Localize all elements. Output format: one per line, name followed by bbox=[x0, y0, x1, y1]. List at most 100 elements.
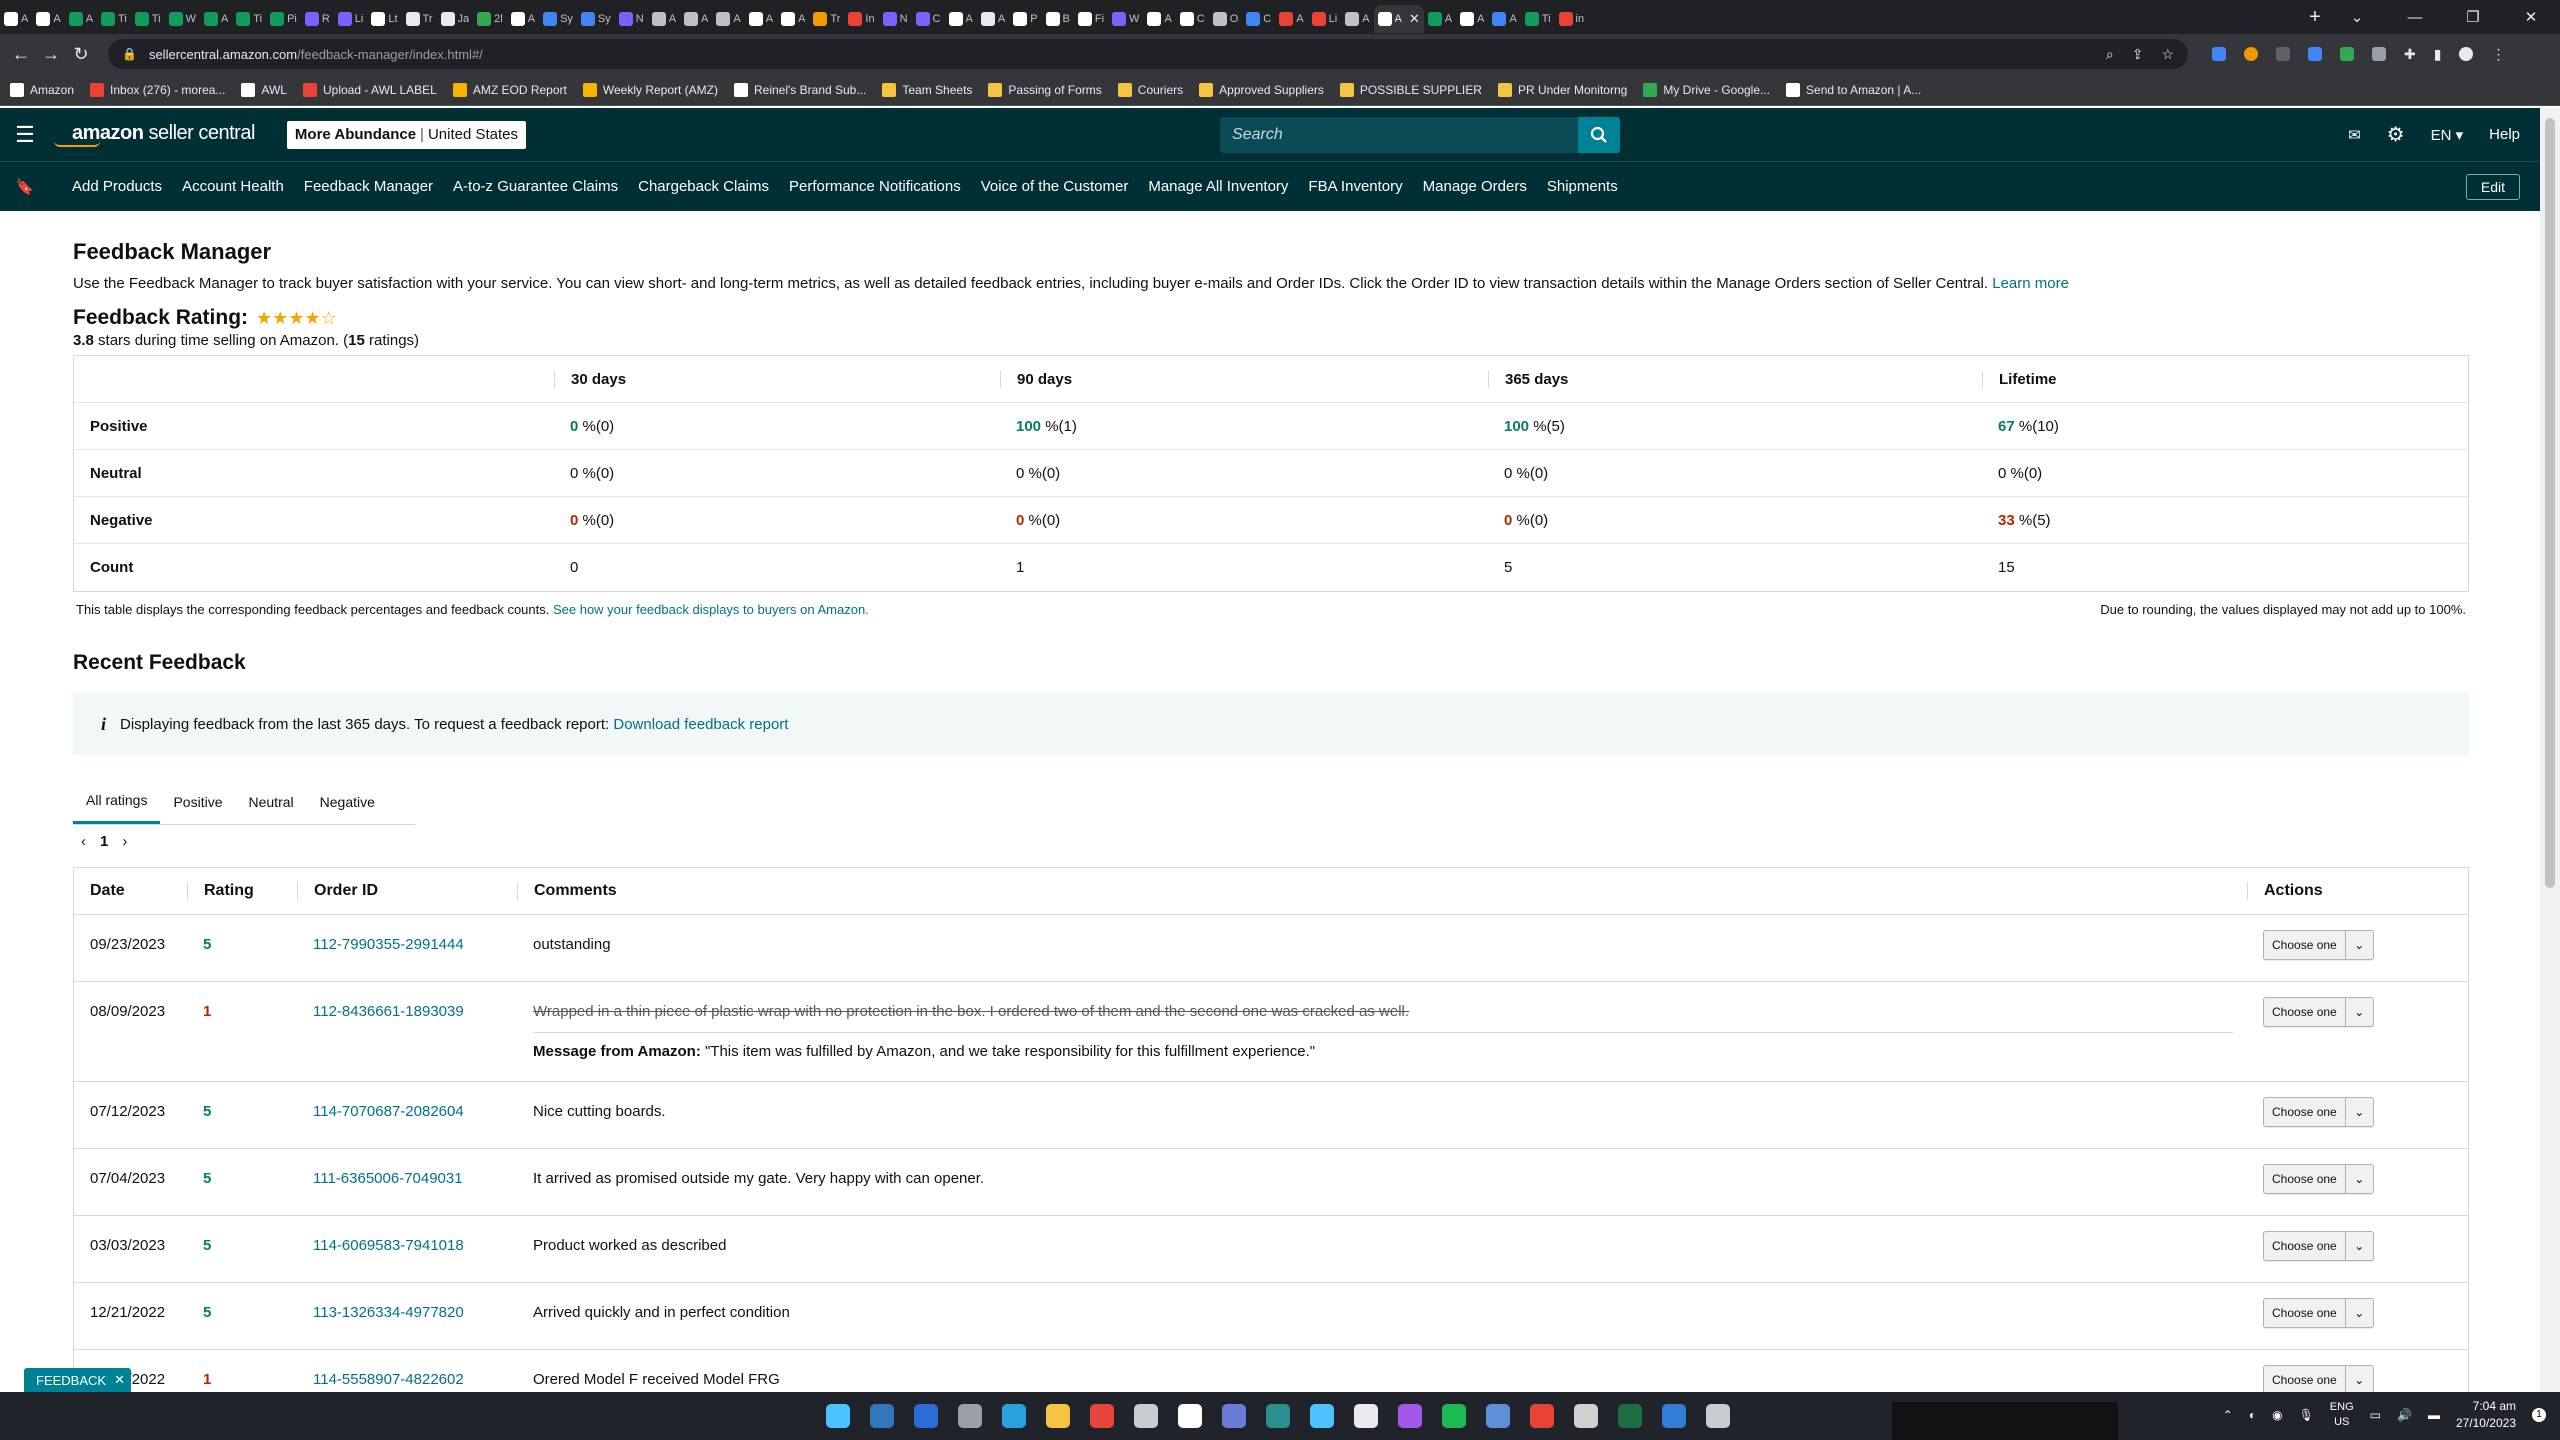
chevron-down-icon[interactable]: ⌄ bbox=[2344, 998, 2373, 1026]
reload-icon[interactable]: ↻ bbox=[66, 44, 96, 65]
nav-link-feedback-manager[interactable]: Feedback Manager bbox=[304, 178, 433, 195]
browser-tab[interactable]: Sy bbox=[539, 5, 577, 33]
volume-icon[interactable]: 🔊 bbox=[2397, 1408, 2412, 1422]
browser-tab[interactable]: Sy bbox=[577, 5, 615, 33]
bookmark-item[interactable]: AWL bbox=[241, 82, 287, 97]
extensions-puzzle-icon[interactable]: ✚ bbox=[2404, 46, 2416, 63]
side-panel-icon[interactable]: ▮ bbox=[2434, 46, 2442, 63]
star-icon[interactable]: ☆ bbox=[2161, 46, 2174, 63]
tab-neutral[interactable]: Neutral bbox=[236, 779, 307, 824]
tab-close-icon[interactable]: ✕ bbox=[1409, 11, 1420, 27]
browser-tab[interactable]: Ti bbox=[1521, 5, 1555, 33]
restore-button[interactable]: ❐ bbox=[2444, 8, 2502, 26]
notification-icon[interactable]: 1 bbox=[2532, 1408, 2546, 1422]
browser-tab[interactable]: Ja bbox=[437, 5, 474, 33]
clock[interactable]: 7:04 am 27/10/2023 bbox=[2456, 1398, 2516, 1432]
language-selector[interactable]: EN ▾ bbox=[2431, 126, 2464, 144]
tab-positive[interactable]: Positive bbox=[160, 779, 235, 824]
scrollbar-thumb[interactable] bbox=[2545, 118, 2555, 888]
extension-icon[interactable] bbox=[2244, 47, 2258, 61]
hamburger-menu-icon[interactable]: ☰ bbox=[0, 122, 50, 148]
tray-app-icon[interactable]: ◐ bbox=[2249, 1408, 2256, 1422]
bookmark-icon[interactable]: 🔖 bbox=[0, 178, 50, 196]
bookmark-item[interactable]: Team Sheets bbox=[882, 82, 972, 97]
browser-tab[interactable]: A bbox=[745, 5, 777, 33]
taskbar-app-icon[interactable] bbox=[958, 1404, 982, 1428]
taskbar-app-icon[interactable] bbox=[870, 1404, 894, 1428]
browser-tab[interactable]: A bbox=[65, 5, 97, 33]
taskbar-app-icon[interactable] bbox=[1486, 1404, 1510, 1428]
taskbar-app-icon[interactable] bbox=[914, 1404, 938, 1428]
bookmark-item[interactable]: Send to Amazon | A... bbox=[1786, 82, 1921, 97]
bookmark-item[interactable]: POSSIBLE SUPPLIER bbox=[1339, 82, 1482, 97]
tray-chevron-icon[interactable]: ⌃ bbox=[2223, 1408, 2233, 1422]
order-id-link[interactable]: 114-6069583-7941018 bbox=[313, 1237, 464, 1254]
tray-app-icon[interactable]: ◉ bbox=[2272, 1408, 2282, 1422]
share-icon[interactable]: ⇪ bbox=[2132, 46, 2144, 63]
choose-action-dropdown[interactable]: Choose one ⌄ bbox=[2263, 1365, 2374, 1395]
feedback-display-link[interactable]: See how your feedback displays to buyers… bbox=[553, 602, 869, 617]
bookmark-item[interactable]: Reinel's Brand Sub... bbox=[734, 82, 866, 97]
tab-negative[interactable]: Negative bbox=[307, 779, 388, 824]
browser-tab[interactable]: In bbox=[844, 5, 878, 33]
taskbar-app-icon[interactable] bbox=[1222, 1404, 1246, 1428]
language-indicator[interactable]: ENG US bbox=[2330, 1400, 2354, 1430]
chevron-down-icon[interactable]: ⌄ bbox=[2344, 1366, 2373, 1394]
bookmark-item[interactable]: AMZ EOD Report bbox=[452, 82, 567, 97]
address-bar[interactable]: 🔒 sellercentral.amazon.com/feedback-mana… bbox=[108, 39, 2188, 69]
browser-tab[interactable]: A bbox=[1488, 5, 1520, 33]
close-icon[interactable]: ✕ bbox=[114, 1372, 125, 1388]
browser-tab[interactable]: Tr bbox=[402, 5, 437, 33]
nav-link-fba-inventory[interactable]: FBA Inventory bbox=[1308, 178, 1402, 195]
tab-search-icon[interactable]: ⌄ bbox=[2328, 8, 2386, 26]
browser-tab[interactable]: R bbox=[301, 5, 334, 33]
choose-action-dropdown[interactable]: Choose one ⌄ bbox=[2263, 1164, 2374, 1194]
browser-tab[interactable]: P bbox=[1009, 5, 1041, 33]
browser-tab[interactable]: A bbox=[200, 5, 232, 33]
learn-more-link[interactable]: Learn more bbox=[1992, 275, 2069, 292]
taskbar-app-icon[interactable] bbox=[1398, 1404, 1422, 1428]
bookmark-item[interactable]: Weekly Report (AMZ) bbox=[582, 82, 718, 97]
browser-tab[interactable]: A bbox=[1456, 5, 1488, 33]
taskbar-app-icon[interactable] bbox=[1706, 1404, 1730, 1428]
bookmark-item[interactable]: Amazon bbox=[10, 82, 74, 97]
browser-tab[interactable]: A ✕ bbox=[1373, 5, 1424, 33]
browser-tab[interactable]: C bbox=[1176, 5, 1209, 33]
taskbar-app-icon[interactable] bbox=[1574, 1404, 1598, 1428]
bookmark-item[interactable]: Couriers bbox=[1117, 82, 1183, 97]
settings-gear-icon[interactable]: ⚙ bbox=[2387, 122, 2405, 147]
taskbar-app-icon[interactable] bbox=[1618, 1404, 1642, 1428]
store-selector[interactable]: More Abundance | United States bbox=[286, 120, 527, 149]
back-icon[interactable]: ← bbox=[6, 44, 36, 65]
browser-tab[interactable]: Lt bbox=[367, 5, 401, 33]
forward-icon[interactable]: → bbox=[36, 44, 66, 65]
browser-tab[interactable]: A bbox=[0, 5, 32, 33]
minimize-button[interactable]: — bbox=[2386, 9, 2444, 26]
browser-tab[interactable]: A bbox=[648, 5, 680, 33]
nav-link-performance-notifications[interactable]: Performance Notifications bbox=[789, 178, 961, 195]
browser-tab[interactable]: A bbox=[1424, 5, 1456, 33]
browser-tab[interactable]: N bbox=[879, 5, 912, 33]
browser-tab[interactable]: W bbox=[165, 5, 200, 33]
browser-tab[interactable]: Li bbox=[334, 5, 368, 33]
browser-tab[interactable]: O bbox=[1209, 5, 1243, 33]
choose-action-dropdown[interactable]: Choose one ⌄ bbox=[2263, 930, 2374, 960]
nav-link-account-health[interactable]: Account Health bbox=[182, 178, 284, 195]
order-id-link[interactable]: 112-8436661-1893039 bbox=[313, 1003, 464, 1020]
extension-icon[interactable] bbox=[2340, 47, 2354, 61]
choose-action-dropdown[interactable]: Choose one ⌄ bbox=[2263, 997, 2374, 1027]
search-box[interactable]: Search bbox=[1220, 116, 1621, 153]
browser-tab[interactable]: W bbox=[1108, 5, 1143, 33]
bookmark-item[interactable]: My Drive - Google... bbox=[1643, 82, 1770, 97]
taskbar-app-icon[interactable] bbox=[1442, 1404, 1466, 1428]
browser-tab[interactable]: A bbox=[32, 5, 64, 33]
extension-icon[interactable] bbox=[2212, 47, 2226, 61]
bookmark-item[interactable]: Passing of Forms bbox=[988, 82, 1102, 97]
taskbar-app-icon[interactable] bbox=[1090, 1404, 1114, 1428]
order-id-link[interactable]: 112-7990355-2991444 bbox=[313, 936, 464, 953]
bookmark-item[interactable]: Approved Suppliers bbox=[1199, 82, 1324, 97]
search-button[interactable] bbox=[1578, 116, 1621, 153]
feedback-widget[interactable]: FEEDBACK ✕ bbox=[24, 1368, 131, 1392]
browser-tab[interactable]: C bbox=[912, 5, 945, 33]
nav-link-voice-of-the-customer[interactable]: Voice of the Customer bbox=[981, 178, 1129, 195]
